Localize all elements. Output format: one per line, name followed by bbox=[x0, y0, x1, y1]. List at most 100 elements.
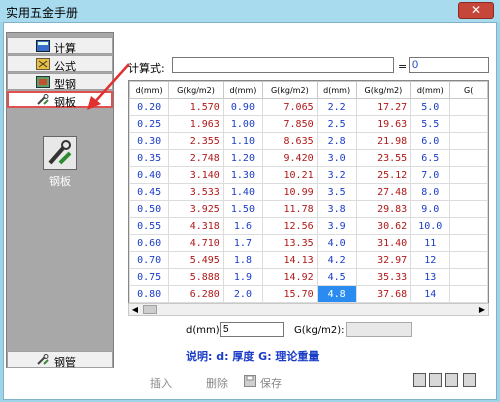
user-icon[interactable] bbox=[445, 373, 458, 387]
table-cell[interactable]: 37.68 bbox=[355, 285, 412, 303]
table-cell[interactable]: 14.13 bbox=[262, 251, 318, 269]
table-cell[interactable] bbox=[449, 115, 488, 133]
table-cell[interactable]: 3.5 bbox=[316, 183, 357, 201]
table-row[interactable]: 0.60 4.710 1.7 13.35 4.0 31.40 11 bbox=[129, 234, 488, 252]
table-cell[interactable]: 10.0 bbox=[410, 217, 451, 235]
table-cell[interactable]: 1.20 bbox=[222, 149, 264, 167]
scroll-right-icon[interactable]: ▶ bbox=[476, 304, 488, 315]
table-cell[interactable] bbox=[449, 217, 488, 235]
table-row[interactable]: 0.80 6.280 2.0 15.70 4.8 37.68 14 bbox=[129, 285, 488, 303]
table-cell[interactable]: 3.533 bbox=[168, 183, 224, 201]
table-cell[interactable]: 7.065 bbox=[262, 98, 318, 116]
weight-input[interactable] bbox=[346, 322, 412, 337]
column-header[interactable]: G(kg/m2) bbox=[168, 81, 224, 99]
column-header[interactable]: G( bbox=[449, 81, 488, 99]
calc-result-field[interactable] bbox=[409, 57, 489, 73]
table-cell[interactable]: 1.8 bbox=[222, 251, 264, 269]
table-cell[interactable]: 19.63 bbox=[355, 115, 412, 133]
table-row[interactable]: 0.50 3.925 1.50 11.78 3.8 29.83 9.0 bbox=[129, 200, 488, 218]
table-cell[interactable]: 9.0 bbox=[410, 200, 451, 218]
table-cell[interactable] bbox=[449, 200, 488, 218]
table-cell[interactable]: 1.50 bbox=[222, 200, 264, 218]
table-cell[interactable]: 35.33 bbox=[355, 268, 412, 286]
table-cell[interactable]: 6.0 bbox=[410, 132, 451, 150]
table-cell[interactable]: 6.280 bbox=[168, 285, 224, 303]
table-cell[interactable]: 5.5 bbox=[410, 115, 451, 133]
table-row[interactable]: 0.70 5.495 1.8 14.13 4.2 32.97 12 bbox=[129, 251, 488, 269]
table-cell[interactable]: 5.888 bbox=[168, 268, 224, 286]
table-cell[interactable]: 4.710 bbox=[168, 234, 224, 252]
table-cell[interactable]: 3.140 bbox=[168, 166, 224, 184]
close-button[interactable]: ✕ bbox=[458, 2, 494, 19]
table-cell[interactable]: 30.62 bbox=[355, 217, 412, 235]
table-cell[interactable]: 31.40 bbox=[355, 234, 412, 252]
table-cell[interactable]: 11.78 bbox=[262, 200, 318, 218]
table-cell[interactable]: 0.80 bbox=[129, 285, 170, 303]
table-cell[interactable]: 27.48 bbox=[355, 183, 412, 201]
table-cell[interactable]: 17.27 bbox=[355, 98, 412, 116]
insert-button[interactable]: 插入 bbox=[150, 375, 172, 391]
table-cell[interactable] bbox=[449, 251, 488, 269]
table-cell[interactable]: 1.40 bbox=[222, 183, 264, 201]
table-cell[interactable]: 1.7 bbox=[222, 234, 264, 252]
table-cell[interactable]: 3.2 bbox=[316, 166, 357, 184]
table-cell[interactable] bbox=[449, 268, 488, 286]
table-cell[interactable]: 10.21 bbox=[262, 166, 318, 184]
table-cell[interactable]: 0.60 bbox=[129, 234, 170, 252]
table-cell[interactable]: 2.0 bbox=[222, 285, 264, 303]
grid-view-icon[interactable] bbox=[413, 373, 426, 387]
table-cell[interactable]: 5.0 bbox=[410, 98, 451, 116]
scroll-left-icon[interactable]: ◀ bbox=[129, 304, 141, 315]
table-cell[interactable]: 25.12 bbox=[355, 166, 412, 184]
table-row[interactable]: 0.55 4.318 1.6 12.56 3.9 30.62 10.0 bbox=[129, 217, 488, 235]
table-cell[interactable]: 15.70 bbox=[262, 285, 318, 303]
table-cell[interactable] bbox=[449, 166, 488, 184]
table-cell[interactable]: 3.9 bbox=[316, 217, 357, 235]
table-cell[interactable]: 3.8 bbox=[316, 200, 357, 218]
table-cell[interactable]: 23.55 bbox=[355, 149, 412, 167]
table-cell[interactable] bbox=[449, 183, 488, 201]
thickness-input[interactable] bbox=[220, 322, 284, 337]
table-cell[interactable]: 21.98 bbox=[355, 132, 412, 150]
table-cell[interactable]: 1.9 bbox=[222, 268, 264, 286]
table-row[interactable]: 0.30 2.355 1.10 8.635 2.8 21.98 6.0 bbox=[129, 132, 488, 150]
table-cell[interactable]: 4.2 bbox=[316, 251, 357, 269]
table-cell[interactable]: 4.0 bbox=[316, 234, 357, 252]
table-cell[interactable]: 6.5 bbox=[410, 149, 451, 167]
delete-button[interactable]: 删除 bbox=[206, 375, 228, 391]
table-cell[interactable]: 12 bbox=[410, 251, 451, 269]
table-cell[interactable]: 2.8 bbox=[316, 132, 357, 150]
table-cell[interactable]: 0.25 bbox=[129, 115, 170, 133]
table-cell[interactable]: 8.635 bbox=[262, 132, 318, 150]
column-header[interactable]: d(mm) bbox=[129, 81, 170, 99]
table-cell[interactable]: 13.35 bbox=[262, 234, 318, 252]
table-cell[interactable]: 32.97 bbox=[355, 251, 412, 269]
copy-icon[interactable] bbox=[429, 373, 442, 387]
table-cell[interactable]: 0.90 bbox=[222, 98, 264, 116]
table-cell[interactable]: 14 bbox=[410, 285, 451, 303]
table-cell[interactable] bbox=[449, 149, 488, 167]
table-cell[interactable]: 0.70 bbox=[129, 251, 170, 269]
table-cell[interactable]: 2.2 bbox=[316, 98, 357, 116]
scroll-thumb[interactable] bbox=[143, 305, 157, 314]
table-cell[interactable]: 11 bbox=[410, 234, 451, 252]
table-cell[interactable]: 5.495 bbox=[168, 251, 224, 269]
table-cell[interactable]: 4.5 bbox=[316, 268, 357, 286]
table-cell[interactable]: 9.420 bbox=[262, 149, 318, 167]
table-cell[interactable]: 0.75 bbox=[129, 268, 170, 286]
table-cell[interactable]: 4.318 bbox=[168, 217, 224, 235]
table-row[interactable]: 0.35 2.748 1.20 9.420 3.0 23.55 6.5 bbox=[129, 149, 488, 167]
table-cell[interactable]: 12.56 bbox=[262, 217, 318, 235]
table-cell[interactable]: 1.570 bbox=[168, 98, 224, 116]
table-cell[interactable]: 3.925 bbox=[168, 200, 224, 218]
calc-expression-input[interactable] bbox=[172, 57, 394, 73]
table-cell[interactable]: 13 bbox=[410, 268, 451, 286]
column-header[interactable]: G(kg/m2) bbox=[262, 81, 318, 99]
table-row[interactable]: 0.20 1.570 0.90 7.065 2.2 17.27 5.0 bbox=[129, 98, 488, 116]
table-cell[interactable] bbox=[449, 98, 488, 116]
table-cell[interactable]: 7.850 bbox=[262, 115, 318, 133]
table-cell[interactable]: 1.00 bbox=[222, 115, 264, 133]
table-cell[interactable]: 2.355 bbox=[168, 132, 224, 150]
table-cell[interactable]: 0.35 bbox=[129, 149, 170, 167]
column-header[interactable]: G(kg/m2) bbox=[355, 81, 412, 99]
